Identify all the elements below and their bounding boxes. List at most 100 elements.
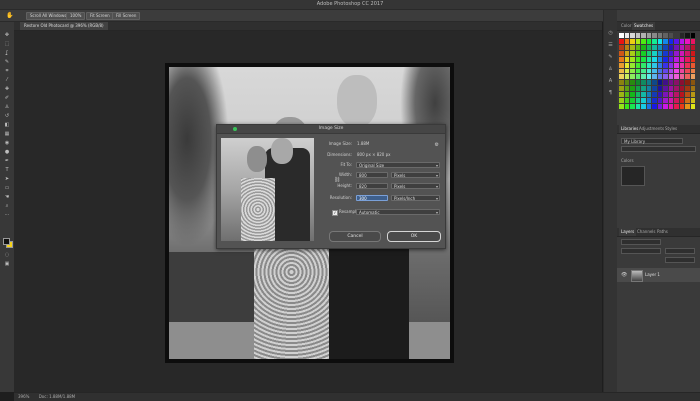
visibility-eye-icon[interactable]: 👁 <box>621 272 627 278</box>
swatch[interactable] <box>674 92 679 98</box>
swatch[interactable] <box>679 56 684 62</box>
swatch[interactable] <box>641 44 646 50</box>
swatch[interactable] <box>619 56 624 62</box>
swatch[interactable] <box>635 86 640 92</box>
opacity-field[interactable] <box>665 248 695 254</box>
swatch[interactable] <box>652 74 657 80</box>
swatch[interactable] <box>624 50 629 56</box>
swatch[interactable] <box>679 38 684 44</box>
swatch[interactable] <box>646 38 651 44</box>
swatch[interactable] <box>685 68 690 74</box>
ok-button[interactable]: OK <box>387 231 441 242</box>
swatch[interactable] <box>685 50 690 56</box>
swatch[interactable] <box>679 44 684 50</box>
swatch[interactable] <box>668 56 673 62</box>
path-select-tool-icon[interactable]: ➤ <box>3 176 11 183</box>
swatch[interactable] <box>641 38 646 44</box>
swatch[interactable] <box>652 68 657 74</box>
swatches-grid[interactable] <box>619 33 695 109</box>
screen-mode-icon[interactable]: ▣ <box>3 261 11 268</box>
swatch[interactable] <box>674 104 679 109</box>
swatch[interactable] <box>690 104 695 109</box>
swatch[interactable] <box>646 80 651 86</box>
swatch[interactable] <box>668 50 673 56</box>
swatch[interactable] <box>674 86 679 92</box>
swatch[interactable] <box>641 68 646 74</box>
tab-adjustments[interactable]: Adjustments <box>637 125 666 133</box>
swatch[interactable] <box>652 98 657 104</box>
swatch[interactable] <box>690 98 695 104</box>
swatch[interactable] <box>630 80 635 86</box>
swatch[interactable] <box>685 74 690 80</box>
swatch[interactable] <box>668 98 673 104</box>
swatch[interactable] <box>630 62 635 68</box>
swatch[interactable] <box>641 80 646 86</box>
swatch[interactable] <box>657 98 662 104</box>
swatch[interactable] <box>663 74 668 80</box>
swatch[interactable] <box>635 50 640 56</box>
pen-tool-icon[interactable]: ✒ <box>3 158 11 165</box>
swatch[interactable] <box>663 98 668 104</box>
tab-paths[interactable]: Paths <box>655 228 670 236</box>
swatch[interactable] <box>646 68 651 74</box>
swatch[interactable] <box>668 44 673 50</box>
swatch[interactable] <box>624 80 629 86</box>
character-panel-icon[interactable]: A <box>607 78 614 85</box>
history-brush-tool-icon[interactable]: ↺ <box>3 113 11 120</box>
blur-tool-icon[interactable]: ◉ <box>3 140 11 147</box>
swatch[interactable] <box>619 50 624 56</box>
quick-select-tool-icon[interactable]: ✎ <box>3 59 11 66</box>
swatch[interactable] <box>635 92 640 98</box>
swatch[interactable] <box>685 86 690 92</box>
swatch[interactable] <box>619 38 624 44</box>
swatch[interactable] <box>652 38 657 44</box>
swatch[interactable] <box>690 50 695 56</box>
swatch[interactable] <box>624 33 629 38</box>
layer-row[interactable]: 👁 Layer 1 <box>617 268 700 282</box>
swatch[interactable] <box>646 74 651 80</box>
swatch[interactable] <box>619 74 624 80</box>
swatch[interactable] <box>685 56 690 62</box>
swatch[interactable] <box>641 92 646 98</box>
swatch[interactable] <box>630 92 635 98</box>
zoom-tool-icon[interactable]: ⌕ <box>3 203 11 210</box>
swatch[interactable] <box>679 104 684 109</box>
hand-tool-sidebar-icon[interactable]: ☚ <box>3 194 11 201</box>
swatch[interactable] <box>641 86 646 92</box>
swatch[interactable] <box>652 62 657 68</box>
swatch[interactable] <box>646 62 651 68</box>
paragraph-panel-icon[interactable]: ¶ <box>607 90 614 97</box>
healing-brush-tool-icon[interactable]: ✚ <box>3 86 11 93</box>
swatch[interactable] <box>679 80 684 86</box>
swatch[interactable] <box>674 38 679 44</box>
properties-panel-icon[interactable]: ☰ <box>607 42 614 49</box>
swatch[interactable] <box>635 68 640 74</box>
swatch[interactable] <box>679 50 684 56</box>
swatch[interactable] <box>657 68 662 74</box>
swatch[interactable] <box>635 56 640 62</box>
swatch[interactable] <box>624 98 629 104</box>
resample-select[interactable]: Automatic <box>356 209 440 216</box>
width-input[interactable]: 800 <box>356 172 388 178</box>
swatch[interactable] <box>641 98 646 104</box>
image-preview[interactable] <box>221 138 314 241</box>
swatch[interactable] <box>663 33 668 38</box>
swatch[interactable] <box>630 86 635 92</box>
swatch[interactable] <box>674 68 679 74</box>
swatch[interactable] <box>685 62 690 68</box>
swatch[interactable] <box>690 68 695 74</box>
swatch[interactable] <box>674 98 679 104</box>
gradient-tool-icon[interactable]: ▦ <box>3 131 11 138</box>
clone-source-panel-icon[interactable]: ♙ <box>607 66 614 73</box>
swatch[interactable] <box>630 68 635 74</box>
library-search-input[interactable] <box>621 146 696 152</box>
eyedropper-tool-icon[interactable]: ⁄ <box>3 77 11 84</box>
lasso-tool-icon[interactable]: ʆ <box>3 50 11 57</box>
swatch[interactable] <box>690 62 695 68</box>
edit-toolbar-icon[interactable]: ⋯ <box>3 212 11 219</box>
swatch[interactable] <box>685 80 690 86</box>
swatch[interactable] <box>663 80 668 86</box>
swatch[interactable] <box>674 33 679 38</box>
swatch[interactable] <box>619 44 624 50</box>
resolution-unit-select[interactable]: Pixels/Inch <box>391 195 440 202</box>
